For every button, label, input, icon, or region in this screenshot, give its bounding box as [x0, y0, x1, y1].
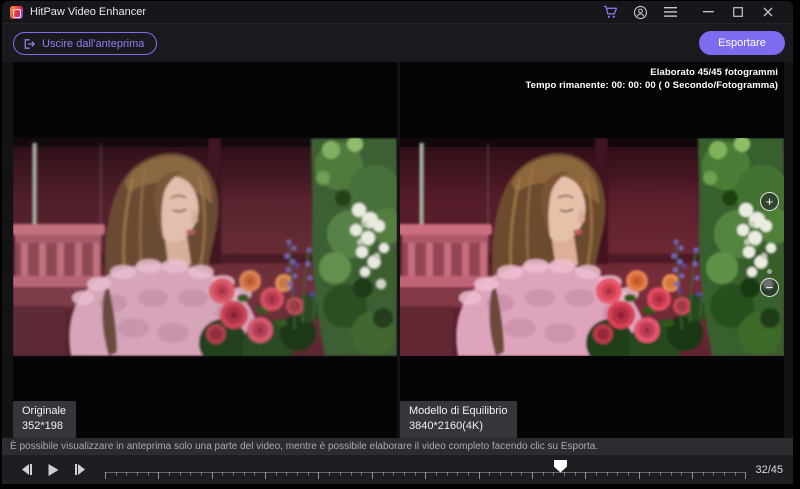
cart-icon[interactable]: [595, 1, 625, 24]
app-logo-icon: [10, 5, 23, 19]
menu-icon[interactable]: [655, 1, 685, 24]
original-label-title: Originale: [22, 405, 67, 417]
export-label: Esportare: [718, 37, 766, 49]
enhanced-label: Modello di Equilibrio 3840*2160(4K): [400, 401, 518, 438]
account-icon[interactable]: [625, 1, 655, 24]
original-video-preview: [13, 138, 397, 356]
timeline-ruler[interactable]: [105, 459, 747, 481]
video-scene: [13, 138, 397, 356]
exit-preview-button[interactable]: Uscire dall'anteprima: [13, 32, 158, 55]
zoom-level-dot: [767, 269, 772, 274]
enhanced-video-preview: [400, 138, 784, 356]
maximize-icon[interactable]: [723, 1, 753, 24]
next-frame-button[interactable]: [70, 460, 90, 480]
original-panel: Originale 352*198: [13, 62, 397, 438]
status-message: È possibile visualizzare in anteprima so…: [10, 441, 599, 452]
previous-frame-button[interactable]: [16, 460, 36, 480]
frame-counter: 32/45: [755, 463, 783, 476]
play-icon: [48, 463, 59, 476]
progress-time-remaining: Tempo rimanente: 00: 00: 00 ( 0 Secondo/…: [525, 80, 778, 91]
next-frame-icon: [74, 464, 85, 475]
processing-progress: Elaborato 45/45 fotogrammi Tempo rimanen…: [525, 66, 778, 92]
window-title: HitPaw Video Enhancer: [30, 6, 146, 18]
exit-icon: [24, 38, 36, 49]
titlebar: HitPaw Video Enhancer: [2, 1, 793, 24]
app-window: HitPaw Video Enhancer Uscire dall'antepr…: [2, 1, 793, 484]
zoom-in-button[interactable]: +: [760, 192, 779, 211]
zoom-out-button[interactable]: −: [760, 278, 779, 297]
enhanced-panel: Elaborato 45/45 fotogrammi Tempo rimanen…: [400, 62, 784, 438]
compare-area: Originale 352*198 Elaborato 45/45 fotogr…: [2, 62, 793, 438]
progress-frames: Elaborato 45/45 fotogrammi: [650, 67, 778, 78]
exit-preview-label: Uscire dall'anteprima: [42, 37, 145, 50]
original-label: Originale 352*198: [13, 401, 77, 438]
export-button[interactable]: Esportare: [699, 31, 785, 55]
enhanced-label-title: Modello di Equilibrio: [409, 405, 508, 417]
original-label-resolution: 352*198: [22, 420, 63, 432]
video-scene: [400, 138, 784, 356]
statusbar: È possibile visualizzare in anteprima so…: [2, 438, 793, 455]
enhanced-label-resolution: 3840*2160(4K): [409, 420, 484, 432]
play-button[interactable]: [43, 460, 63, 480]
previous-frame-icon: [21, 464, 32, 475]
close-icon[interactable]: [753, 1, 783, 24]
playback-bar: 32/45: [2, 455, 793, 484]
minimize-icon[interactable]: [693, 1, 723, 24]
zoom-controls: + −: [759, 62, 781, 438]
toolbar: Uscire dall'anteprima Esportare: [2, 24, 793, 62]
